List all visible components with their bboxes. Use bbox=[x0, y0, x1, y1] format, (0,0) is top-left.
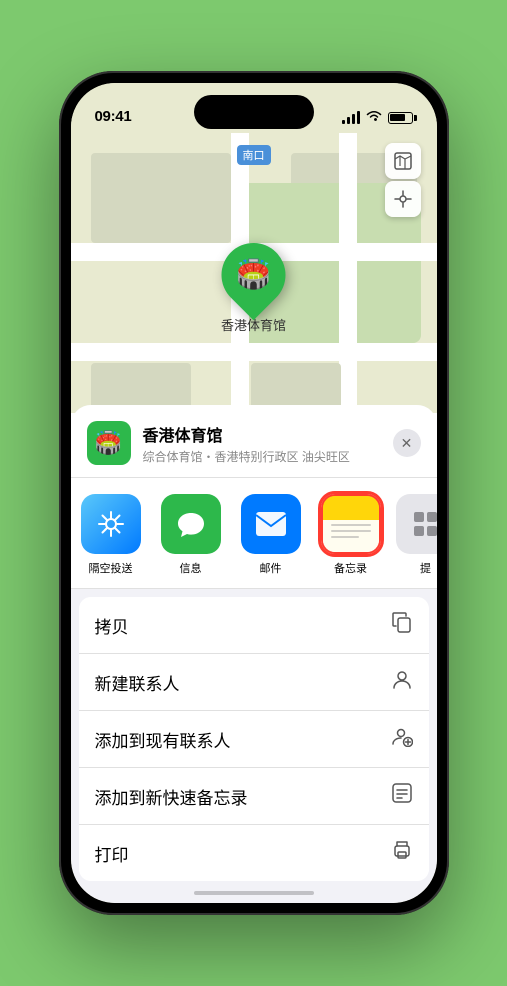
venue-icon: 🏟️ bbox=[87, 421, 131, 465]
map-controls bbox=[385, 143, 421, 217]
notes-label: 备忘录 bbox=[334, 560, 367, 576]
sheet-header: 🏟️ 香港体育馆 综合体育馆・香港特别行政区 油尖旺区 ✕ bbox=[71, 405, 437, 478]
pin-circle: 🏟️ bbox=[208, 230, 299, 321]
mail-label: 邮件 bbox=[260, 560, 282, 576]
map-type-button[interactable] bbox=[385, 143, 421, 179]
action-copy[interactable]: 拷贝 bbox=[79, 597, 429, 654]
print-icon bbox=[391, 839, 413, 867]
copy-label: 拷贝 bbox=[95, 613, 129, 638]
location-button[interactable] bbox=[385, 181, 421, 217]
signal-icon bbox=[342, 112, 360, 124]
share-more[interactable]: 提 bbox=[391, 494, 437, 576]
share-notes[interactable]: 备忘录 bbox=[311, 494, 391, 576]
mail-icon bbox=[241, 494, 301, 554]
wifi-icon bbox=[366, 110, 382, 125]
messages-icon bbox=[161, 494, 221, 554]
phone-screen: 09:41 bbox=[71, 83, 437, 903]
bottom-sheet: 🏟️ 香港体育馆 综合体育馆・香港特别行政区 油尖旺区 ✕ bbox=[71, 405, 437, 903]
share-row: 隔空投送 信息 bbox=[71, 478, 437, 589]
add-contact-icon bbox=[391, 725, 413, 753]
venue-info: 香港体育馆 综合体育馆・香港特别行政区 油尖旺区 bbox=[143, 422, 381, 465]
quick-note-label: 添加到新快速备忘录 bbox=[95, 784, 248, 809]
messages-label: 信息 bbox=[180, 560, 202, 576]
add-contact-label: 添加到现有联系人 bbox=[95, 727, 231, 752]
copy-icon bbox=[391, 611, 413, 639]
home-indicator bbox=[71, 881, 437, 903]
more-label: 提 bbox=[420, 560, 431, 576]
map-label: 南口 bbox=[237, 145, 271, 165]
airdrop-icon bbox=[81, 494, 141, 554]
share-mail[interactable]: 邮件 bbox=[231, 494, 311, 576]
battery-icon bbox=[388, 112, 413, 124]
more-icon bbox=[396, 494, 437, 554]
action-quick-note[interactable]: 添加到新快速备忘录 bbox=[79, 768, 429, 825]
venue-name: 香港体育馆 bbox=[143, 422, 381, 446]
phone-frame: 09:41 bbox=[59, 71, 449, 915]
location-pin: 🏟️ 香港体育馆 bbox=[221, 243, 286, 334]
print-label: 打印 bbox=[95, 841, 129, 866]
airdrop-label: 隔空投送 bbox=[89, 560, 133, 576]
share-airdrop[interactable]: 隔空投送 bbox=[71, 494, 151, 576]
action-new-contact[interactable]: 新建联系人 bbox=[79, 654, 429, 711]
close-button[interactable]: ✕ bbox=[393, 429, 421, 457]
action-list: 拷贝 新建联系人 bbox=[79, 597, 429, 881]
status-icons bbox=[342, 110, 413, 125]
dynamic-island bbox=[194, 95, 314, 129]
new-contact-label: 新建联系人 bbox=[95, 670, 180, 695]
new-contact-icon bbox=[391, 668, 413, 696]
status-time: 09:41 bbox=[95, 108, 132, 125]
venue-subtitle: 综合体育馆・香港特别行政区 油尖旺区 bbox=[143, 448, 381, 465]
pin-inner: 🏟️ bbox=[236, 261, 271, 289]
notes-icon bbox=[321, 494, 381, 554]
action-print[interactable]: 打印 bbox=[79, 825, 429, 881]
quick-note-icon bbox=[391, 782, 413, 810]
action-add-contact[interactable]: 添加到现有联系人 bbox=[79, 711, 429, 768]
share-messages[interactable]: 信息 bbox=[151, 494, 231, 576]
